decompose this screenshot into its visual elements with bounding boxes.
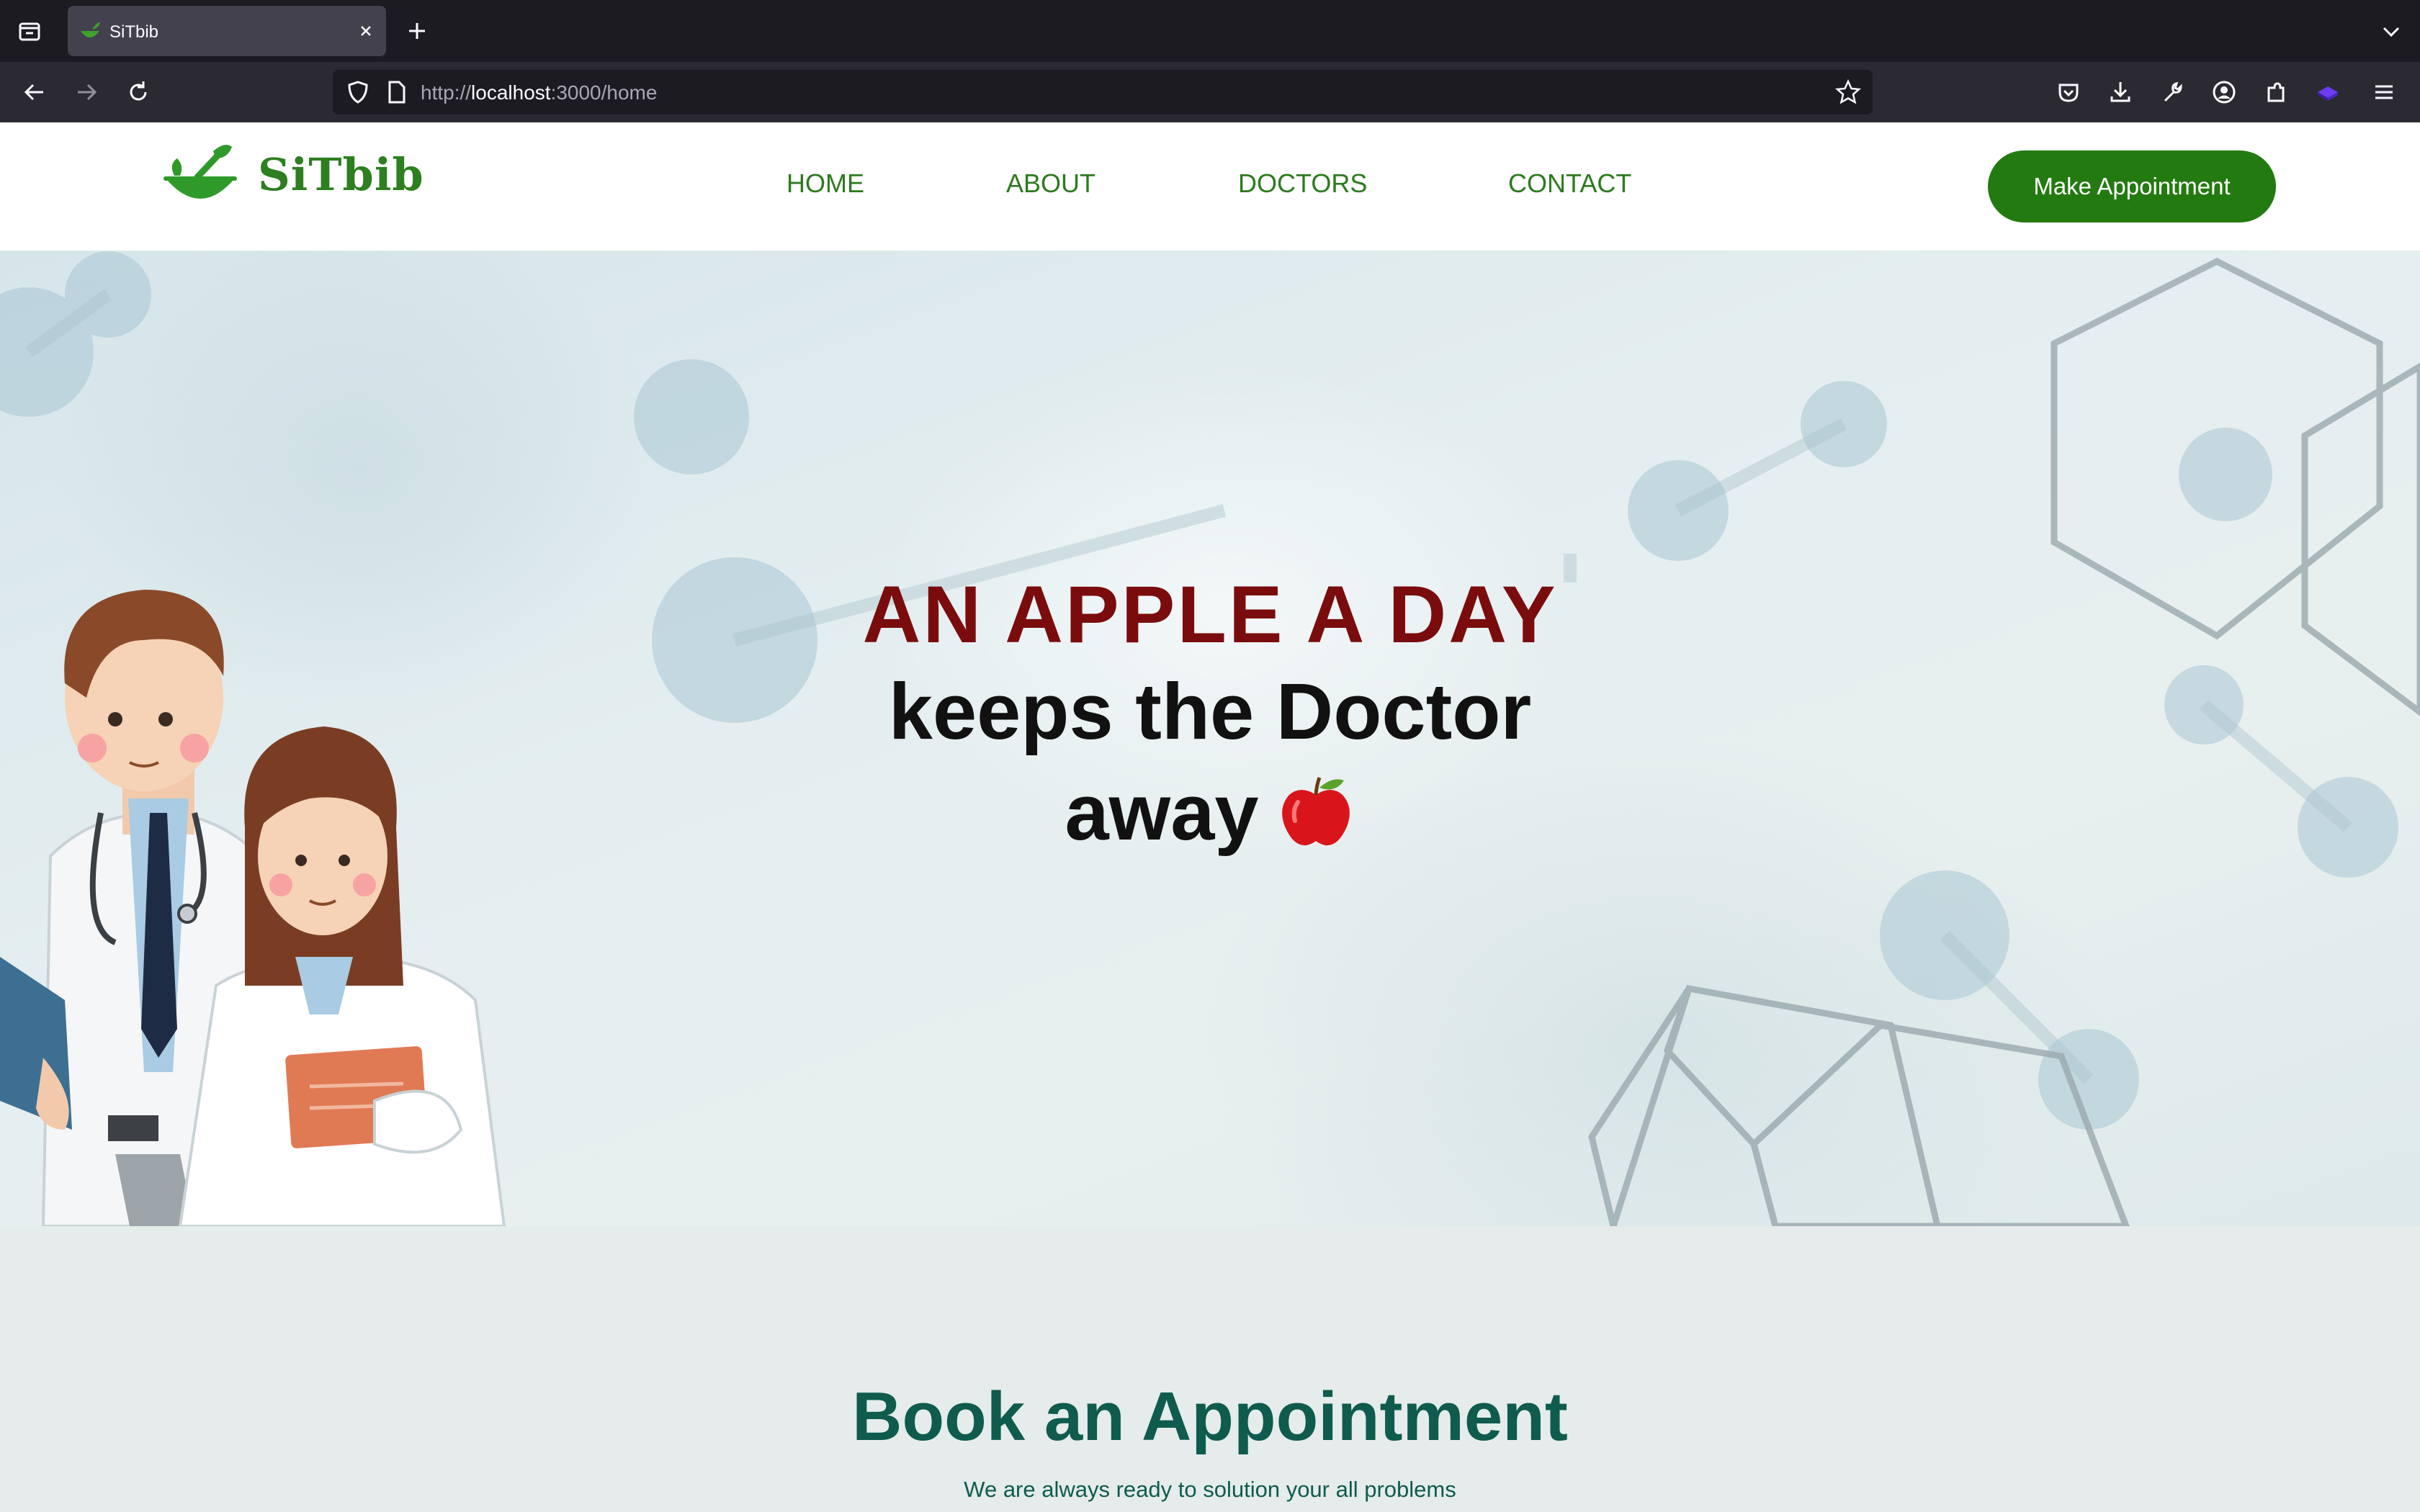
book-appointment-title: Book an Appointment xyxy=(852,1378,1568,1455)
reload-icon[interactable] xyxy=(124,78,153,107)
hero-heading-line2: keeps the Doctor away xyxy=(850,662,1570,863)
url-bar[interactable]: http://localhost:3000/home xyxy=(333,70,1873,114)
red-apple-icon xyxy=(1281,777,1350,846)
wrench-icon[interactable] xyxy=(2158,78,2187,107)
browser-toolbar: http://localhost:3000/home xyxy=(0,62,2420,122)
book-appointment-subtitle: We are always ready to solution your all… xyxy=(964,1477,1456,1502)
shield-icon[interactable] xyxy=(344,78,372,106)
download-icon[interactable] xyxy=(2106,78,2135,107)
site-header: SiTbib HOME ABOUT DOCTORS CONTACT Make A… xyxy=(0,122,2420,252)
hero-section: AN APPLE A DAY keeps the Doctor away xyxy=(0,251,2420,1226)
extensions-icon[interactable] xyxy=(2262,78,2290,107)
tab-list-icon[interactable] xyxy=(14,16,45,46)
hero-line2-text: keeps the Doctor away xyxy=(888,667,1532,857)
forward-arrow-icon[interactable] xyxy=(72,78,101,107)
doctors-illustration xyxy=(0,590,506,1226)
nav-about-link[interactable]: ABOUT xyxy=(1006,168,1095,199)
browser-tab-active[interactable]: SiTbib xyxy=(68,6,386,56)
tab-title: SiTbib xyxy=(109,22,159,42)
account-icon[interactable] xyxy=(2210,78,2238,107)
star-bookmark-icon[interactable] xyxy=(1834,78,1863,107)
logo-text[interactable]: SiTbib xyxy=(258,148,424,201)
url-text[interactable]: http://localhost:3000/home xyxy=(421,81,657,104)
sitbib-favicon-icon xyxy=(81,22,100,37)
nav-contact-link[interactable]: CONTACT xyxy=(1508,168,1631,199)
make-appointment-button[interactable]: Make Appointment xyxy=(1988,150,2276,222)
book-appointment-section: Book an Appointment We are always ready … xyxy=(0,1226,2420,1512)
nav-doctors-link[interactable]: DOCTORS xyxy=(1238,168,1367,199)
page-icon xyxy=(388,81,405,104)
close-tab-icon[interactable] xyxy=(354,19,377,42)
pocket-icon[interactable] xyxy=(2054,78,2083,107)
new-tab-icon[interactable] xyxy=(403,17,431,45)
back-arrow-icon[interactable] xyxy=(20,78,49,107)
hamburger-menu-icon[interactable] xyxy=(2370,78,2398,107)
browser-tab-bar: SiTbib xyxy=(0,0,2420,62)
mortar-pestle-logo-icon[interactable] xyxy=(163,143,238,215)
extension-purple-icon[interactable] xyxy=(2313,78,2342,107)
nav-home-link[interactable]: HOME xyxy=(786,168,864,199)
chevron-down-icon[interactable] xyxy=(2378,19,2404,45)
